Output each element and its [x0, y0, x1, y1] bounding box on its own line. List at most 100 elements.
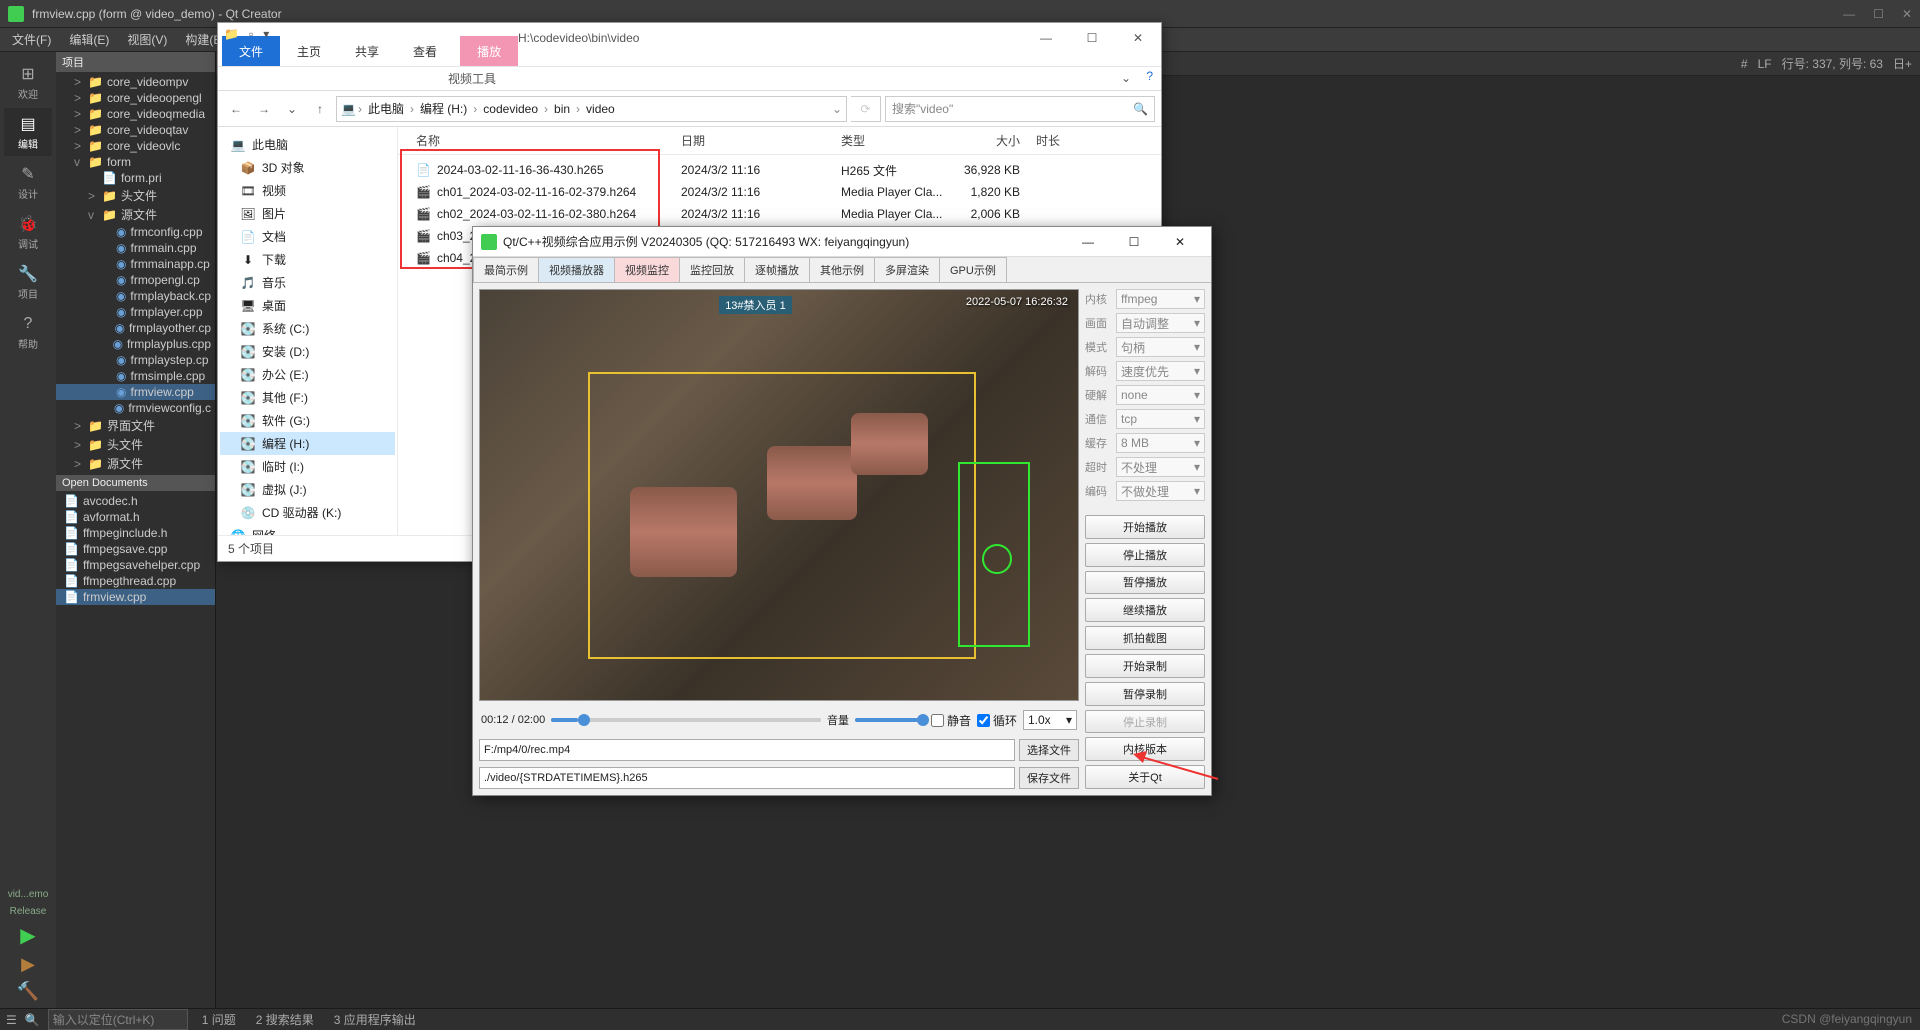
run-icon[interactable]: ▶ — [20, 923, 35, 948]
nav-refresh-icon[interactable]: ⟳ — [851, 96, 881, 122]
qtapp-tab[interactable]: 多屏渲染 — [874, 257, 940, 282]
save-button[interactable]: 保存文件 — [1019, 767, 1079, 789]
action-button[interactable]: 开始录制 — [1085, 654, 1205, 678]
sidebar-item[interactable]: 📄文档 — [220, 225, 395, 248]
tree-item[interactable]: >📁界面文件 — [56, 416, 215, 435]
sidebar-item[interactable]: 🎞视频 — [220, 179, 395, 202]
maximize-icon[interactable]: ☐ — [1873, 7, 1884, 21]
sidebar-item[interactable]: 💻此电脑 — [220, 133, 395, 156]
sidebar-item[interactable]: ⬇下载 — [220, 248, 395, 271]
qat-save-icon[interactable]: ▫ — [249, 27, 253, 41]
prop-select[interactable]: 不做处理▾ — [1116, 481, 1205, 501]
qtapp-maximize-icon[interactable]: ☐ — [1111, 228, 1157, 256]
qtapp-tab[interactable]: 视频播放器 — [538, 257, 615, 282]
locator-icon[interactable]: 🔍 — [25, 1013, 40, 1027]
menu-edit[interactable]: 编辑(E) — [61, 29, 117, 50]
col-date[interactable]: 日期 — [673, 132, 833, 149]
opendoc-item[interactable]: 📄ffmpegsave.cpp — [56, 541, 215, 557]
mute-checkbox[interactable]: 静音 — [931, 712, 971, 729]
kit-config[interactable]: Release — [10, 906, 47, 917]
locator-input[interactable]: 输入以定位(Ctrl+K) — [48, 1009, 188, 1030]
sidebar-item[interactable]: 💽临时 (I:) — [220, 455, 395, 478]
tree-item[interactable]: 📄form.pri — [56, 170, 215, 186]
sidebar-item[interactable]: 🖼图片 — [220, 202, 395, 225]
column-headers[interactable]: 名称 日期 类型 大小 时长 — [398, 127, 1161, 155]
action-button[interactable]: 内核版本 — [1085, 737, 1205, 761]
build-icon[interactable]: 🔨 — [17, 981, 39, 1002]
status-issues[interactable]: 1 问题 — [196, 1011, 242, 1028]
tree-item[interactable]: >📁core_videoqmedia — [56, 106, 215, 122]
qtapp-tab[interactable]: GPU示例 — [939, 257, 1007, 282]
tree-item[interactable]: >📁core_videovlc — [56, 138, 215, 154]
nav-forward-icon[interactable]: → — [252, 97, 276, 121]
tree-item[interactable]: >📁源文件 — [56, 454, 215, 473]
sidebar-item[interactable]: 💽虚拟 (J:) — [220, 478, 395, 501]
minimize-icon[interactable]: — — [1843, 7, 1855, 21]
action-button[interactable]: 暂停播放 — [1085, 571, 1205, 595]
explorer-minimize-icon[interactable]: — — [1023, 23, 1069, 53]
tree-item[interactable]: >📁头文件 — [56, 435, 215, 454]
opendocs-list[interactable]: 📄avcodec.h📄avformat.h📄ffmpeginclude.h📄ff… — [56, 491, 215, 607]
opendoc-item[interactable]: 📄frmview.cpp — [56, 589, 215, 605]
tree-item[interactable]: >📁core_videoqtav — [56, 122, 215, 138]
mode-project[interactable]: 🔧项目 — [4, 258, 52, 306]
ribbon-view[interactable]: 查看 — [396, 36, 454, 66]
opendoc-item[interactable]: 📄avformat.h — [56, 509, 215, 525]
ribbon-chevron-icon[interactable]: ⌄ — [1121, 71, 1131, 85]
browse-button[interactable]: 选择文件 — [1019, 739, 1079, 761]
sidebar-item[interactable]: 💽系统 (C:) — [220, 317, 395, 340]
sidebar-item[interactable]: 💿CD 驱动器 (K:) — [220, 501, 395, 524]
qtapp-tab[interactable]: 监控回放 — [679, 257, 745, 282]
prop-select[interactable]: 句柄▾ — [1116, 337, 1205, 357]
action-button[interactable]: 暂停录制 — [1085, 682, 1205, 706]
tree-item[interactable]: >📁core_videoopengl — [56, 90, 215, 106]
qtapp-tab[interactable]: 视频监控 — [614, 257, 680, 282]
volume-slider[interactable] — [855, 718, 925, 722]
tree-item[interactable]: ◉frmplayback.cp — [56, 288, 215, 304]
mode-design[interactable]: ✎设计 — [4, 158, 52, 206]
sidebar-item[interactable]: 🌐网络 — [220, 524, 395, 535]
ribbon-help-icon[interactable]: ? — [1146, 69, 1153, 83]
tree-item[interactable]: ◉frmplayother.cp — [56, 320, 215, 336]
prop-select[interactable]: 速度优先▾ — [1116, 361, 1205, 381]
loop-checkbox[interactable]: 循环 — [977, 712, 1017, 729]
action-button[interactable]: 继续播放 — [1085, 598, 1205, 622]
qat-chevron-icon[interactable]: ▾ — [263, 27, 269, 41]
tree-item[interactable]: ◉frmplayplus.cpp — [56, 336, 215, 352]
sidebar-item[interactable]: 📦3D 对象 — [220, 156, 395, 179]
col-name[interactable]: 名称 — [408, 132, 673, 149]
ribbon-home[interactable]: 主页 — [280, 36, 338, 66]
file-row[interactable]: 🎬ch01_2024-03-02-11-16-02-379.h2642024/3… — [398, 181, 1161, 203]
action-button[interactable]: 关于Qt — [1085, 765, 1205, 789]
opendoc-item[interactable]: 📄ffmpegthread.cpp — [56, 573, 215, 589]
breadcrumb[interactable]: 💻› 此电脑› 编程 (H:)› codevideo› bin› video ⌄ — [336, 96, 847, 122]
explorer-search[interactable]: 搜索"video"🔍 — [885, 96, 1155, 122]
sidebar-item[interactable]: 💽软件 (G:) — [220, 409, 395, 432]
tree-item[interactable]: ◉frmplayer.cpp — [56, 304, 215, 320]
prop-select[interactable]: 8 MB▾ — [1116, 433, 1205, 453]
action-button[interactable]: 开始播放 — [1085, 515, 1205, 539]
mode-debug[interactable]: 🐞调试 — [4, 208, 52, 256]
tree-item[interactable]: ◉frmplaystep.cp — [56, 352, 215, 368]
speed-select[interactable]: 1.0x▾ — [1023, 710, 1077, 730]
prop-select[interactable]: ffmpeg▾ — [1116, 289, 1205, 309]
tree-item[interactable]: ◉frmconfig.cpp — [56, 224, 215, 240]
mode-welcome[interactable]: ⊞欢迎 — [4, 58, 52, 106]
prop-select[interactable]: 自动调整▾ — [1116, 313, 1205, 333]
close-icon[interactable]: ✕ — [1902, 7, 1912, 21]
sidebar-item[interactable]: 🖥桌面 — [220, 294, 395, 317]
nav-up-icon[interactable]: ↑ — [308, 97, 332, 121]
tree-item[interactable]: ◉frmmainapp.cp — [56, 256, 215, 272]
editor-line-col[interactable]: 行号: 337, 列号: 63 — [1782, 55, 1883, 72]
menu-file[interactable]: 文件(F) — [4, 29, 59, 50]
kit-selector[interactable]: vid...emo — [8, 889, 49, 900]
qtapp-tab[interactable]: 逐帧播放 — [744, 257, 810, 282]
prop-select[interactable]: none▾ — [1116, 385, 1205, 405]
editor-lf[interactable]: LF — [1758, 57, 1772, 71]
mode-help[interactable]: ?帮助 — [4, 308, 52, 356]
status-results[interactable]: 2 搜索结果 — [250, 1011, 320, 1028]
mode-edit[interactable]: ▤编辑 — [4, 108, 52, 156]
qtapp-tab[interactable]: 其他示例 — [809, 257, 875, 282]
video-player[interactable]: 13#禁入员 1 2022-05-07 16:26:32 — [479, 289, 1079, 701]
editor-plus[interactable]: 日+ — [1893, 55, 1912, 72]
